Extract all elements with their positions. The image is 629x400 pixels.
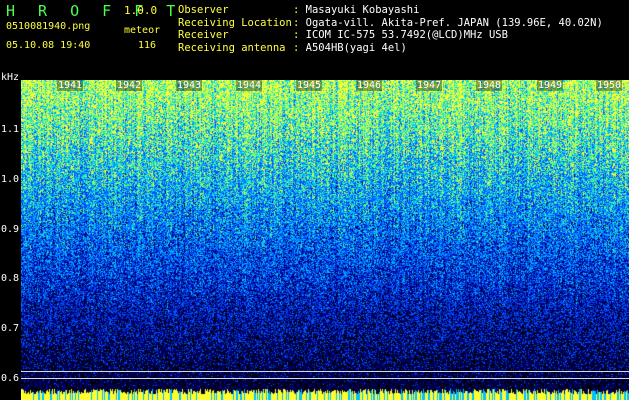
y-tick-label: 1.0 <box>1 174 20 185</box>
y-tick-label: 0.6 <box>1 373 20 384</box>
x-tick-label: 1943 <box>176 80 203 91</box>
info-separator: : <box>293 41 300 54</box>
info-row-observer: Observer: Masayuki Kobayashi <box>178 4 603 17</box>
x-tick-label: 1949 <box>537 80 564 91</box>
info-label: Receiver <box>178 29 229 41</box>
info-separator: : <box>293 16 300 29</box>
capture-datetime: 05.10.08 19:40 <box>6 40 91 51</box>
station-info: Observer: Masayuki Kobayashi Receiving L… <box>178 4 603 54</box>
info-separator: : <box>293 4 300 16</box>
info-label: Receiving antenna <box>178 41 286 54</box>
reference-line-lower <box>21 378 629 379</box>
meteor-count: 116 <box>138 40 157 51</box>
y-axis-unit: kHz <box>1 72 20 83</box>
detection-mode: meteor <box>124 25 161 36</box>
info-separator: : <box>293 29 300 41</box>
y-tick-label: 0.9 <box>1 224 20 235</box>
x-tick-label: 1941 <box>57 80 84 91</box>
app-version: 1.0.0 <box>124 4 158 17</box>
x-tick-label: 1945 <box>296 80 323 91</box>
x-tick-label: 1947 <box>416 80 443 91</box>
x-tick-label: 1948 <box>476 80 503 91</box>
spectrogram-canvas-area[interactable] <box>21 80 629 400</box>
info-label: Receiving Location <box>178 16 292 29</box>
x-tick-label: 1950 <box>596 80 623 91</box>
info-value: ICOM IC-575 53.7492(@LCD)MHz USB <box>305 29 508 41</box>
header-panel: H R O F F T 1.0.0 0510081940.png meteor … <box>0 0 629 80</box>
y-tick-label: 0.8 <box>1 273 20 284</box>
info-row-receiver: Receiver: ICOM IC-575 53.7492(@LCD)MHz U… <box>178 29 603 42</box>
info-value: Ogata-vill. Akita-Pref. JAPAN (139.96E, … <box>305 16 603 29</box>
y-tick-label: 0.7 <box>1 323 20 334</box>
info-row-antenna: Receiving antenna: A504HB(yagi 4el) <box>178 42 603 55</box>
info-row-location: Receiving Location: Ogata-vill. Akita-Pr… <box>178 17 603 30</box>
file-name: 0510081940.png <box>6 21 91 32</box>
spectrogram-image[interactable] <box>21 80 629 400</box>
info-label: Observer <box>178 4 229 16</box>
y-tick-label: 1.1 <box>1 124 20 135</box>
info-value: Masayuki Kobayashi <box>305 4 420 16</box>
x-tick-label: 1942 <box>116 80 143 91</box>
reference-line-upper <box>21 371 629 372</box>
x-tick-label: 1944 <box>236 80 263 91</box>
info-value: A504HB(yagi 4el) <box>305 41 407 54</box>
x-tick-label: 1946 <box>356 80 383 91</box>
